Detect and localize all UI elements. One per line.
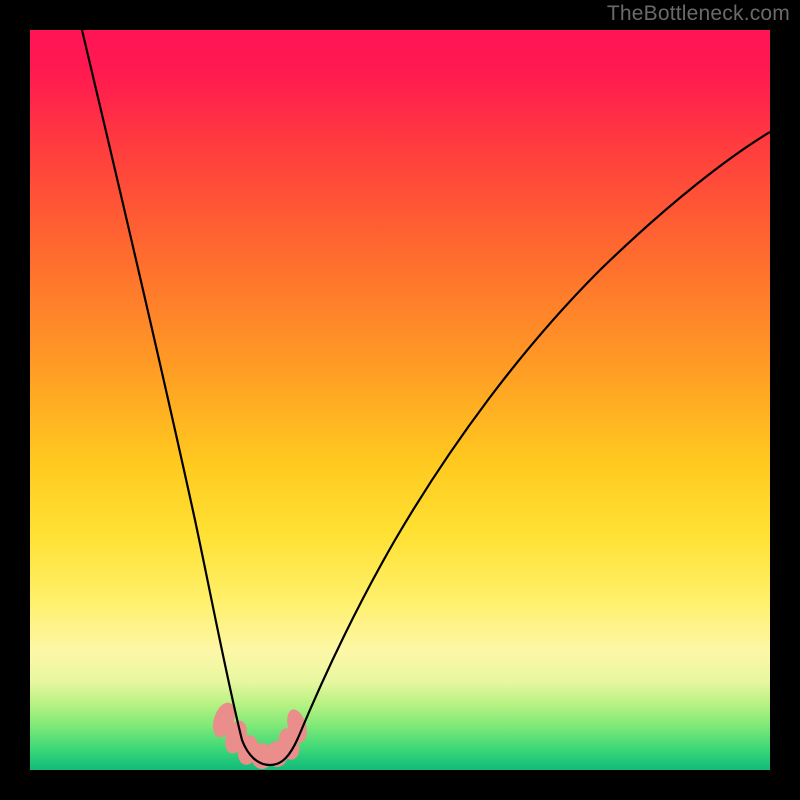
watermark-text: TheBottleneck.com <box>607 2 790 26</box>
plot-area <box>30 30 770 770</box>
curve-layer <box>30 30 770 770</box>
marker-group <box>209 700 310 769</box>
chart-frame: TheBottleneck.com <box>0 0 800 800</box>
bottleneck-curve <box>82 30 770 765</box>
